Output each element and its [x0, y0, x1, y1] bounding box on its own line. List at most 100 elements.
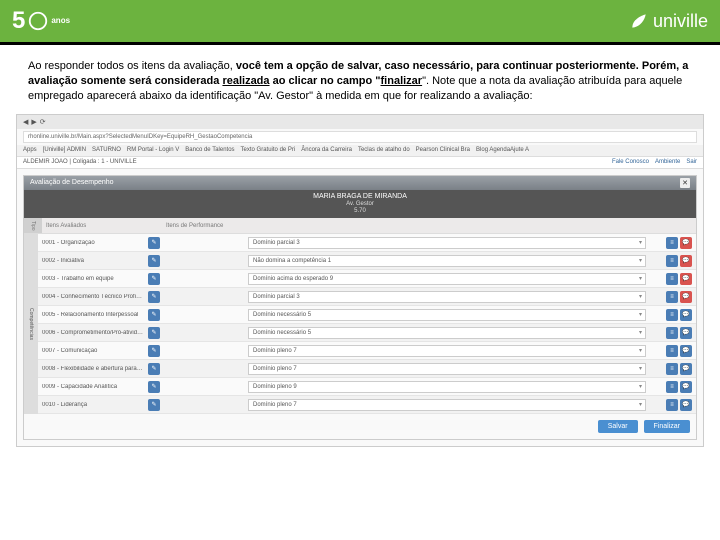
employee-banner: MARIA BRAGA DE MIRANDA Av. Gestor5.70 [24, 190, 696, 219]
rating-select[interactable]: Domínio pleno 9 [248, 381, 646, 393]
comment-icon[interactable]: 💬 [680, 237, 692, 249]
logo-50anos: 5 anos [12, 7, 70, 35]
bookmark-item[interactable]: Banco de Talentos [185, 147, 234, 153]
leaf-icon [629, 11, 649, 31]
info-icon[interactable]: ≡ [666, 273, 678, 285]
address-bar[interactable]: rhonline.univille.br/Main.aspx?SelectedM… [23, 131, 697, 143]
rating-select[interactable]: Domínio pleno 7 [248, 399, 646, 411]
info-icon[interactable]: ≡ [666, 345, 678, 357]
rating-select[interactable]: Domínio pleno 7 [248, 345, 646, 357]
comment-icon[interactable]: 💬 [680, 381, 692, 393]
info-icon[interactable]: ≡ [666, 291, 678, 303]
table-row: 0007 - Comunicação ✎ Domínio pleno 7 ≡💬 [38, 342, 696, 360]
panel-title: Avaliação de Desempenho [30, 179, 114, 186]
comment-icon[interactable]: 💬 [680, 327, 692, 339]
logo-univille: univille [629, 11, 708, 32]
app-topbar: ALDEMIR JOAO | Coligada : 1 - UNIVILLE F… [17, 157, 703, 169]
info-icon[interactable]: ≡ [666, 237, 678, 249]
site-banner: 5 anos univille [0, 0, 720, 42]
reload-icon[interactable]: ⟳ [40, 118, 46, 126]
edit-icon[interactable]: ✎ [148, 291, 160, 303]
rating-select[interactable]: Domínio necessário 5 [248, 327, 646, 339]
topbar-link[interactable]: Fale Conosco [612, 159, 649, 165]
bookmark-item[interactable]: Pearson Clinical Bra [416, 147, 470, 153]
col-tipo: Tipo [24, 218, 42, 233]
rating-select[interactable]: Domínio necessário 5 [248, 309, 646, 321]
close-icon[interactable]: ✕ [680, 178, 690, 188]
bookmark-item[interactable]: RM Portal - Login V [127, 147, 179, 153]
rating-select[interactable]: Domínio parcial 3 [248, 237, 646, 249]
browser-tabs: ◀ ▶ ⟳ [17, 115, 703, 129]
comment-icon[interactable]: 💬 [680, 291, 692, 303]
bookmark-item[interactable]: [Univille] ADMIN [43, 147, 86, 153]
topbar-link[interactable]: Sair [686, 159, 697, 165]
row-code: 0005 - Relacionamento Interpessoal [38, 312, 144, 318]
panel-header: Avaliação de Desempenho ✕ [24, 176, 696, 190]
row-perf: ✎ [144, 399, 244, 411]
col-perf: Itens de Performance [162, 223, 262, 229]
table-row: 0002 - Iniciativa ✎ Não domina a competênc… [38, 252, 696, 270]
info-icon[interactable]: ≡ [666, 363, 678, 375]
row-perf: ✎ [144, 291, 244, 303]
footer-buttons: Salvar Finalizar [24, 414, 696, 439]
bookmark-item[interactable]: Apps [23, 147, 37, 153]
bookmark-item[interactable]: Blog AgendaAjute A [476, 147, 529, 153]
instruction-text: Ao responder todos os itens da avaliação… [0, 45, 720, 114]
rating-select[interactable]: Não domina a competência 1 [248, 255, 646, 267]
nav-back-icon[interactable]: ◀ [23, 118, 28, 126]
evaluation-panel: Avaliação de Desempenho ✕ MARIA BRAGA DE… [23, 175, 697, 441]
side-tab-competencias[interactable]: Competências [24, 234, 38, 414]
comment-icon[interactable]: 💬 [680, 273, 692, 285]
rating-select[interactable]: Domínio parcial 3 [248, 291, 646, 303]
row-code: 0002 - Iniciativa [38, 258, 144, 264]
row-code: 0006 - Comprometimento/Pró-atividade [38, 330, 144, 336]
info-icon[interactable]: ≡ [666, 381, 678, 393]
row-code: 0001 - Organização [38, 240, 144, 246]
edit-icon[interactable]: ✎ [148, 399, 160, 411]
user-context: ALDEMIR JOAO | Coligada : 1 - UNIVILLE [23, 159, 137, 165]
topbar-link[interactable]: Ambiente [655, 159, 680, 165]
edit-icon[interactable]: ✎ [148, 345, 160, 357]
edit-icon[interactable]: ✎ [148, 381, 160, 393]
rating-select[interactable]: Domínio acima do esperado 9 [248, 273, 646, 285]
comment-icon[interactable]: 💬 [680, 345, 692, 357]
info-icon[interactable]: ≡ [666, 399, 678, 411]
table-row: 0003 - Trabalho em equipe ✎ Domínio acima … [38, 270, 696, 288]
bookmarks-bar: Apps [Univille] ADMIN SATURNO RM Portal - L… [17, 145, 703, 157]
row-perf: ✎ [144, 273, 244, 285]
bookmark-item[interactable]: Teclas de atalho do [358, 147, 410, 153]
row-code: 0008 - Flexibilidade e abertura para mud… [38, 366, 144, 372]
salvar-button[interactable]: Salvar [598, 420, 638, 433]
bookmark-item[interactable]: Âncora da Carreira [301, 147, 352, 153]
edit-icon[interactable]: ✎ [148, 363, 160, 375]
comment-icon[interactable]: 💬 [680, 363, 692, 375]
edit-icon[interactable]: ✎ [148, 255, 160, 267]
row-code: 0003 - Trabalho em equipe [38, 276, 144, 282]
edit-icon[interactable]: ✎ [148, 237, 160, 249]
row-perf: ✎ [144, 381, 244, 393]
edit-icon[interactable]: ✎ [148, 309, 160, 321]
row-code: 0007 - Comunicação [38, 348, 144, 354]
rating-select[interactable]: Domínio pleno 7 [248, 363, 646, 375]
table-row: 0005 - Relacionamento Interpessoal ✎ Domín… [38, 306, 696, 324]
finalizar-button[interactable]: Finalizar [644, 420, 690, 433]
browser-screenshot: ◀ ▶ ⟳ rhonline.univille.br/Main.aspx?Sel… [16, 114, 704, 448]
edit-icon[interactable]: ✎ [148, 273, 160, 285]
row-perf: ✎ [144, 309, 244, 321]
comment-icon[interactable]: 💬 [680, 399, 692, 411]
comment-icon[interactable]: 💬 [680, 255, 692, 267]
row-perf: ✎ [144, 237, 244, 249]
info-icon[interactable]: ≡ [666, 327, 678, 339]
comment-icon[interactable]: 💬 [680, 309, 692, 321]
info-icon[interactable]: ≡ [666, 255, 678, 267]
col-itens: Itens Avaliados [42, 223, 162, 229]
info-icon[interactable]: ≡ [666, 309, 678, 321]
bookmark-item[interactable]: Texto Gratuito de Pri [241, 147, 296, 153]
bookmark-item[interactable]: SATURNO [92, 147, 121, 153]
leaf-zero-icon [27, 10, 49, 32]
edit-icon[interactable]: ✎ [148, 327, 160, 339]
row-perf: ✎ [144, 363, 244, 375]
table-row: 0010 - Liderança✎Domínio pleno 7≡💬 [38, 396, 696, 414]
table-row: 0008 - Flexibilidade e abertura para mud… [38, 360, 696, 378]
nav-fwd-icon[interactable]: ▶ [31, 118, 36, 126]
